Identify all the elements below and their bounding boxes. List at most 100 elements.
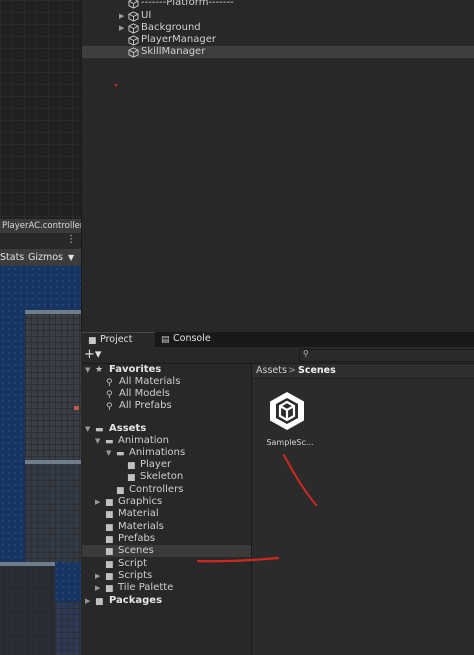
hierarchy-panel: -------Platform------- ▶ UI ▶ Background… (82, 0, 474, 332)
hierarchy-item[interactable]: PlayerManager (82, 34, 474, 46)
hierarchy-item[interactable]: ▶ Background (82, 22, 474, 34)
tree-item-label: Scenes (118, 545, 154, 556)
breadcrumb-separator: > (288, 365, 296, 376)
tab-project-label: Project (100, 334, 133, 345)
tree-item-label: Skeleton (140, 471, 184, 482)
folder-icon: ■ (105, 547, 114, 557)
assets-grid: Assets > Scenes SampleSc... (252, 364, 474, 655)
level-wall (0, 566, 55, 655)
tree-item-label: All Models (119, 388, 170, 399)
expand-arrow-icon[interactable]: ▶ (95, 570, 100, 582)
tree-item-label: Animations (129, 447, 186, 458)
hierarchy-item-label: SkillManager (141, 46, 206, 57)
hierarchy-item[interactable]: -------Platform------- (82, 0, 474, 9)
tree-item-label: Assets (109, 423, 147, 434)
expand-arrow-icon[interactable]: ▶ (119, 10, 124, 22)
expand-arrow-icon[interactable]: ▼ (85, 423, 90, 435)
tree-item-graphics[interactable]: ▶ ■ Graphics (82, 496, 251, 508)
tree-item-packages[interactable]: ▶ ■ Packages (82, 595, 251, 607)
gameobject-cube-icon (128, 0, 139, 9)
level-ledge (25, 460, 81, 464)
tree-item-label: Packages (109, 595, 163, 606)
hierarchy-item-label: PlayerManager (141, 34, 216, 45)
level-detail (74, 406, 79, 410)
bottom-tab-bar: ■ Project ▤ Console (82, 332, 474, 347)
game-view[interactable] (0, 266, 81, 655)
tree-item-label: Player (140, 459, 172, 470)
animator-graph-canvas[interactable] (0, 0, 81, 221)
hierarchy-item-label: Background (141, 22, 201, 33)
tree-item-all-materials[interactable]: ⚲ All Materials (82, 376, 251, 388)
tree-item-assets[interactable]: ▼ ▬ Assets (82, 423, 251, 435)
level-wall (25, 462, 81, 562)
hierarchy-item[interactable]: ▶ UI (82, 10, 474, 22)
tab-console[interactable]: ▤ Console (155, 332, 215, 347)
tree-item-label: Animation (118, 435, 169, 446)
tab-project[interactable]: ■ Project (82, 332, 155, 347)
folder-icon: ■ (127, 473, 136, 483)
expand-arrow-icon[interactable]: ▼ (95, 435, 100, 447)
hierarchy-item-label: -------Platform------- (141, 0, 234, 8)
hierarchy-item[interactable]: SkillManager (82, 46, 474, 58)
tree-item-scenes[interactable]: ■ Scenes (82, 545, 251, 557)
stats-button[interactable]: Stats (0, 249, 24, 266)
star-icon: ★ (95, 365, 104, 375)
breadcrumb-assets[interactable]: Assets (256, 365, 287, 376)
expand-arrow-icon[interactable]: ▶ (85, 595, 90, 607)
level-ledge (25, 310, 81, 314)
tree-item-animation[interactable]: ▼ ▬ Animation (82, 435, 251, 447)
tree-item-favorites[interactable]: ▼ ★ Favorites (82, 364, 251, 376)
tree-item-label: All Materials (119, 376, 181, 387)
search-icon: ⚲ (303, 349, 309, 358)
folder-icon: ■ (88, 336, 97, 346)
console-icon: ▤ (161, 335, 170, 345)
unity-scene-icon[interactable] (268, 390, 306, 432)
tree-item-label: Controllers (129, 484, 184, 495)
breadcrumb-scenes[interactable]: Scenes (298, 365, 336, 376)
project-folder-tree: ▼ ★ Favorites ⚲ All Materials ⚲ All Mode… (82, 364, 251, 655)
tree-item-label: Scripts (118, 570, 153, 581)
tree-item-all-models[interactable]: ⚲ All Models (82, 388, 251, 400)
tree-item-animations[interactable]: ▼ ▬ Animations (82, 447, 251, 459)
level-wall (55, 602, 81, 655)
tree-item-tile-palette[interactable]: ▶ ■ Tile Palette (82, 582, 251, 594)
folder-icon: ■ (95, 597, 104, 607)
tree-item-prefabs[interactable]: ■ Prefabs (82, 533, 251, 545)
gameobject-cube-icon (128, 11, 139, 22)
add-asset-button[interactable]: +▾ (84, 347, 106, 363)
gizmos-button[interactable]: Gizmos (28, 249, 63, 266)
expand-arrow-icon[interactable]: ▶ (95, 582, 100, 594)
game-view-toolbar: Stats Gizmos ▼ (0, 249, 81, 267)
expand-arrow-icon[interactable]: ▼ (106, 447, 111, 459)
asset-label[interactable]: SampleSc... (264, 438, 316, 447)
folder-icon: ■ (105, 510, 114, 520)
gameobject-cube-icon (128, 23, 139, 34)
tree-item-material[interactable]: ■ Material (82, 508, 251, 520)
search-icon: ⚲ (106, 402, 113, 412)
caret-down-icon[interactable]: ▼ (68, 249, 74, 266)
kebab-menu-icon[interactable]: ⋮ (66, 233, 76, 247)
tree-item-materials[interactable]: ■ Materials (82, 521, 251, 533)
tree-item-label: Prefabs (118, 533, 156, 544)
tree-item-label: All Prefabs (119, 400, 172, 411)
tree-item-label: Script (118, 558, 148, 569)
tree-item-label: Favorites (109, 364, 162, 375)
tree-item-label: Tile Palette (118, 582, 174, 593)
expand-arrow-icon[interactable]: ▼ (85, 364, 90, 376)
project-toolbar: +▾ ⚲ (82, 347, 474, 364)
tree-item-label: Materials (118, 521, 164, 532)
search-input[interactable]: ⚲ (299, 349, 474, 362)
tree-item-all-prefabs[interactable]: ⚲ All Prefabs (82, 400, 251, 412)
level-wall (25, 312, 81, 462)
tree-item-label: Graphics (118, 496, 163, 507)
gameobject-cube-icon (128, 47, 139, 58)
tree-item-controllers[interactable]: ■ Controllers (82, 484, 251, 496)
expand-arrow-icon[interactable]: ▶ (95, 496, 100, 508)
tree-item-skeleton[interactable]: ■ Skeleton (82, 471, 251, 483)
tree-item-label: Material (118, 508, 159, 519)
tree-item-script[interactable]: ■ Script (82, 558, 251, 570)
breadcrumb: Assets > Scenes (252, 364, 474, 379)
tree-item-scripts[interactable]: ▶ ■ Scripts (82, 570, 251, 582)
expand-arrow-icon[interactable]: ▶ (119, 22, 124, 34)
tree-item-player[interactable]: ■ Player (82, 459, 251, 471)
